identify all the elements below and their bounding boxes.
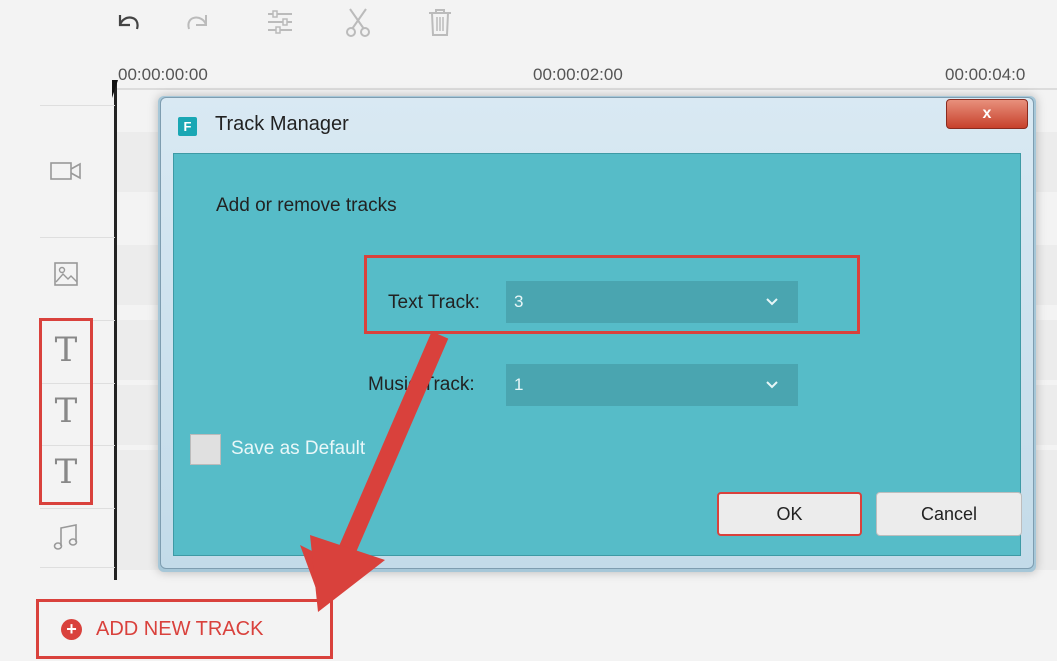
- chevron-down-icon: [766, 381, 778, 389]
- dialog-title: Track Manager: [215, 113, 349, 135]
- cut-button[interactable]: [340, 4, 376, 40]
- track-divider: [40, 105, 115, 106]
- text-track-highlight: [364, 255, 860, 334]
- adjust-icon: [268, 10, 292, 34]
- ruler-baseline: [115, 88, 1057, 90]
- undo-icon: [118, 15, 139, 30]
- delete-icon: [429, 9, 451, 36]
- time-label-end: 00:00:04:0: [945, 65, 1026, 84]
- music-track-value: 1: [514, 375, 524, 394]
- delete-button[interactable]: [422, 4, 458, 40]
- close-button[interactable]: x: [946, 99, 1028, 129]
- image-track-icon: [48, 256, 84, 292]
- add-new-track-button[interactable]: + ADD NEW TRACK: [36, 599, 333, 659]
- ok-button[interactable]: OK: [717, 492, 862, 536]
- text-tracks-highlight: [39, 318, 93, 505]
- playhead-marker[interactable]: [112, 80, 118, 98]
- adjust-button[interactable]: [262, 4, 298, 40]
- app-badge-icon: F: [178, 117, 197, 136]
- track-divider: [40, 567, 115, 568]
- music-track-icon: [48, 519, 84, 555]
- track-divider: [40, 508, 115, 509]
- time-label-mid: 00:00:02:00: [533, 65, 623, 84]
- cancel-button-label: Cancel: [920, 503, 978, 524]
- plus-circle-icon: +: [61, 618, 82, 640]
- editor-toolbar: [0, 0, 1057, 50]
- video-track-icon: [48, 153, 84, 189]
- add-new-track-label: ADD NEW TRACK: [96, 617, 264, 640]
- track-divider: [40, 237, 115, 238]
- cancel-button[interactable]: Cancel: [876, 492, 1022, 536]
- dialog-instruction: Add or remove tracks: [216, 195, 397, 216]
- music-track-select[interactable]: 1: [506, 364, 798, 406]
- redo-icon: [187, 15, 207, 30]
- redo-button[interactable]: [180, 4, 216, 40]
- close-icon: x: [982, 105, 992, 122]
- cut-icon: [346, 8, 370, 37]
- time-label-start: 00:00:00:00: [118, 65, 208, 84]
- music-track-label: Music Track:: [368, 374, 475, 395]
- undo-button[interactable]: [110, 4, 146, 40]
- ok-button-label: OK: [776, 503, 803, 524]
- save-default-checkbox[interactable]: [190, 434, 221, 465]
- save-default-label[interactable]: Save as Default: [231, 438, 365, 460]
